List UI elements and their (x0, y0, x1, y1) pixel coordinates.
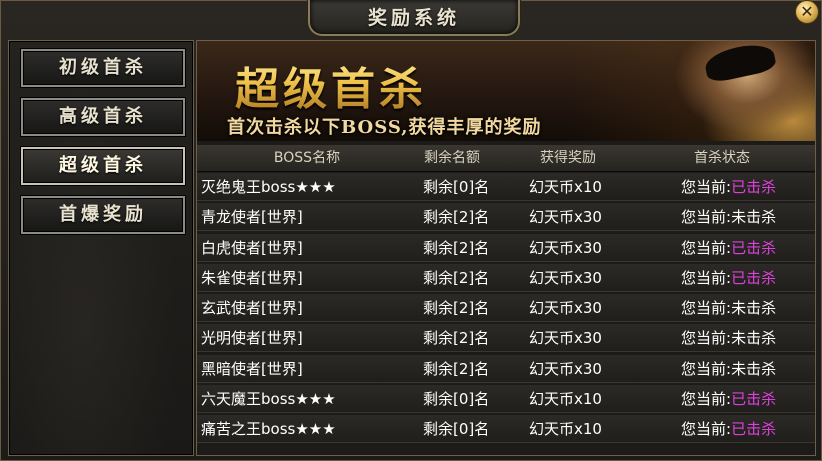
boss-name: 痛苦之王boss★★★ (201, 420, 336, 439)
kill-status: 您当前:已击杀 (681, 385, 776, 413)
status-value: 未击杀 (731, 299, 777, 318)
reward-system-window: 奖励系统 ✕ 初级首杀 高级首杀 超级首杀 首爆奖励 超级首杀 首次击杀以下BO… (0, 0, 822, 461)
header-status: 首杀状态 (694, 150, 750, 166)
status-prefix: 您当前: (681, 208, 732, 227)
remaining-slots: 剩余[2]名 (423, 299, 490, 318)
kill-status: 您当前:未击杀 (681, 324, 776, 352)
tab-super-first-kill[interactable]: 超级首杀 (21, 147, 185, 185)
table-row: 白虎使者[世界] 剩余[2]名 幻天币x30 您当前:已击杀 (197, 233, 815, 262)
status-value: 已击杀 (731, 390, 777, 409)
kill-status: 您当前:未击杀 (681, 203, 776, 231)
status-value: 已击杀 (731, 238, 777, 257)
remaining-slots: 剩余[2]名 (423, 359, 490, 378)
banner: 超级首杀 首次击杀以下BOSS,获得丰厚的奖励 (197, 41, 815, 141)
boss-table: 灭绝鬼王boss★★★ 剩余[0]名 幻天币x10 您当前:已击杀 青龙使者[世界] 剩余… (197, 173, 815, 446)
reward: 幻天币x30 (529, 359, 602, 378)
tab-first-drop-reward[interactable]: 首爆奖励 (21, 196, 185, 234)
main-panel: 超级首杀 首次击杀以下BOSS,获得丰厚的奖励 BOSS名称 剩余名额 获得奖励… (196, 40, 816, 456)
remaining-slots: 剩余[0]名 (423, 178, 490, 196)
reward: 幻天币x10 (529, 178, 602, 196)
boss-name: 灭绝鬼王boss★★★ (201, 178, 336, 196)
status-prefix: 您当前: (681, 420, 732, 439)
table-row: 朱雀使者[世界] 剩余[2]名 幻天币x30 您当前:已击杀 (197, 263, 815, 292)
boss-name: 白虎使者[世界] (201, 238, 303, 257)
status-value: 未击杀 (731, 359, 777, 378)
remaining-slots: 剩余[2]名 (423, 329, 490, 348)
status-prefix: 您当前: (681, 390, 732, 409)
kill-status: 您当前:未击杀 (681, 355, 776, 383)
reward: 幻天币x30 (529, 268, 602, 287)
banner-title: 超级首杀 (235, 53, 427, 117)
status-prefix: 您当前: (681, 299, 732, 318)
status-value: 已击杀 (731, 178, 777, 196)
reward: 幻天币x30 (529, 329, 602, 348)
kill-status: 您当前:已击杀 (681, 264, 776, 292)
table-row: 灭绝鬼王boss★★★ 剩余[0]名 幻天币x10 您当前:已击杀 (197, 173, 815, 201)
header-boss-name: BOSS名称 (273, 150, 341, 166)
table-row: 六天魔王boss★★★ 剩余[0]名 幻天币x10 您当前:已击杀 (197, 385, 815, 414)
header-reward: 获得奖励 (540, 150, 596, 166)
status-prefix: 您当前: (681, 359, 732, 378)
boss-name: 黑暗使者[世界] (201, 359, 303, 378)
status-value: 未击杀 (731, 329, 777, 348)
boss-name: 青龙使者[世界] (201, 208, 303, 227)
boss-name: 六天魔王boss★★★ (201, 390, 336, 409)
banner-subtitle: 首次击杀以下BOSS,获得丰厚的奖励 (227, 117, 542, 138)
reward: 幻天币x30 (529, 208, 602, 227)
sidebar: 初级首杀 高级首杀 超级首杀 首爆奖励 (8, 40, 194, 456)
boss-name: 玄武使者[世界] (201, 299, 303, 318)
table-row: 玄武使者[世界] 剩余[2]名 幻天币x30 您当前:未击杀 (197, 294, 815, 323)
reward: 幻天币x10 (529, 420, 602, 439)
remaining-slots: 剩余[0]名 (423, 420, 490, 439)
remaining-slots: 剩余[2]名 (423, 268, 490, 287)
kill-status: 您当前:未击杀 (681, 294, 776, 322)
header-remaining: 剩余名额 (424, 150, 480, 166)
status-prefix: 您当前: (681, 329, 732, 348)
reward: 幻天币x30 (529, 238, 602, 257)
reward: 幻天币x10 (529, 390, 602, 409)
window-title: 奖励系统 (367, 7, 460, 29)
status-value: 已击杀 (731, 420, 777, 439)
status-prefix: 您当前: (681, 268, 732, 287)
title-tab: 奖励系统 (308, 0, 520, 36)
boss-name: 光明使者[世界] (201, 329, 303, 348)
status-value: 已击杀 (731, 268, 777, 287)
status-prefix: 您当前: (681, 178, 732, 196)
kill-status: 您当前:已击杀 (681, 173, 776, 201)
remaining-slots: 剩余[0]名 (423, 390, 490, 409)
table-row: 黑暗使者[世界] 剩余[2]名 幻天币x30 您当前:未击杀 (197, 354, 815, 383)
remaining-slots: 剩余[2]名 (423, 238, 490, 257)
table-header: BOSS名称 剩余名额 获得奖励 首杀状态 (197, 145, 815, 172)
tab-basic-first-kill[interactable]: 初级首杀 (21, 49, 185, 87)
table-row: 光明使者[世界] 剩余[2]名 幻天币x30 您当前:未击杀 (197, 324, 815, 353)
remaining-slots: 剩余[2]名 (423, 208, 490, 227)
kill-status: 您当前:已击杀 (681, 234, 776, 262)
close-icon[interactable]: ✕ (795, 0, 819, 24)
table-row: 青龙使者[世界] 剩余[2]名 幻天币x30 您当前:未击杀 (197, 203, 815, 232)
status-value: 未击杀 (731, 208, 777, 227)
status-prefix: 您当前: (681, 238, 732, 257)
kill-status: 您当前:已击杀 (681, 415, 776, 443)
table-row: 痛苦之王boss★★★ 剩余[0]名 幻天币x10 您当前:已击杀 (197, 415, 815, 444)
reward: 幻天币x30 (529, 299, 602, 318)
tab-advanced-first-kill[interactable]: 高级首杀 (21, 98, 185, 136)
boss-name: 朱雀使者[世界] (201, 268, 303, 287)
